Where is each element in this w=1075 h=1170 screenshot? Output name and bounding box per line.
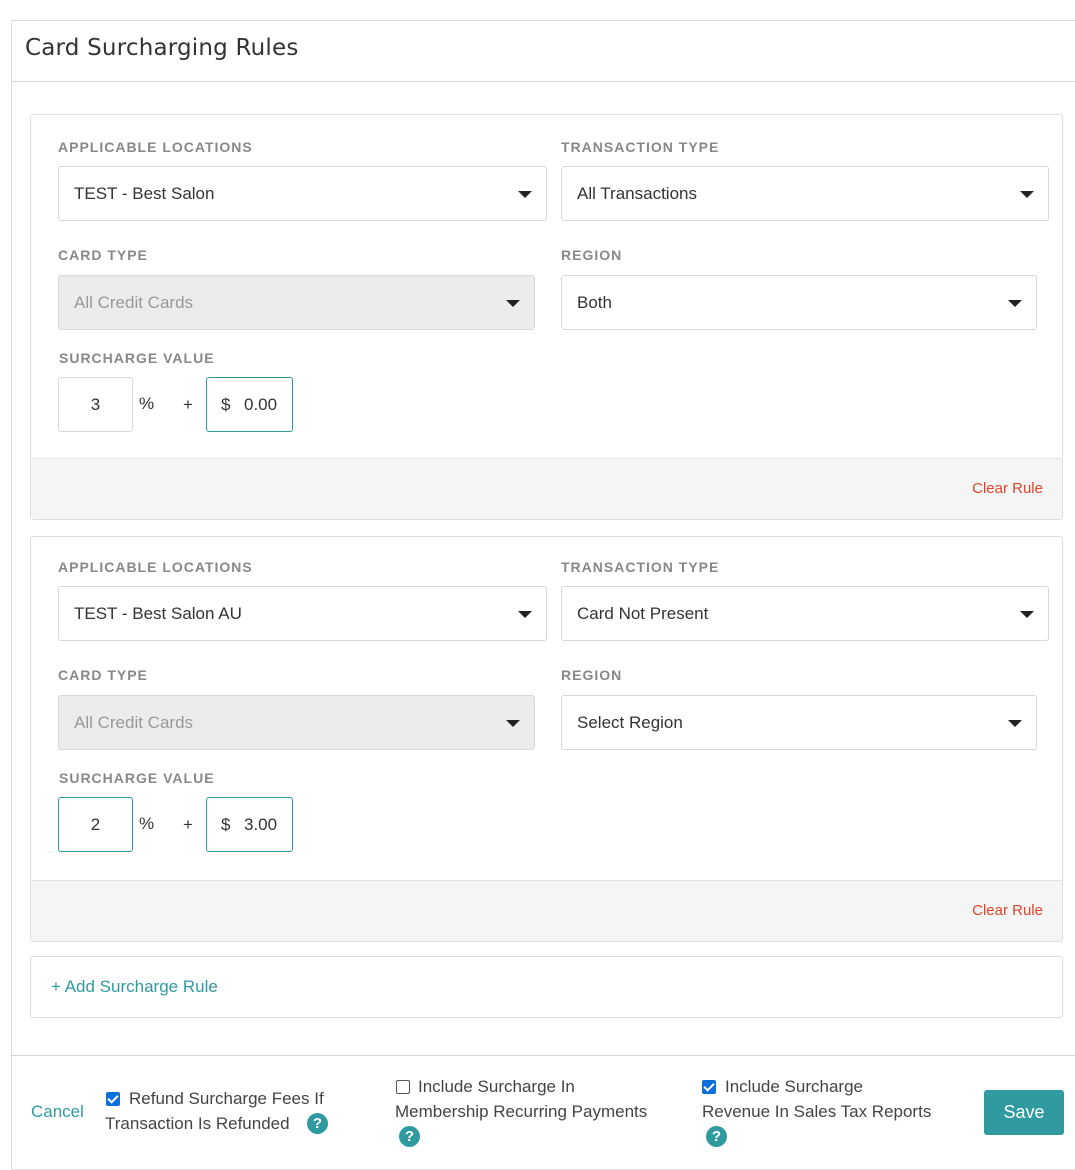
cancel-button[interactable]: Cancel: [31, 1102, 84, 1122]
plus-sign: +: [183, 395, 193, 414]
title-divider: [12, 81, 1075, 82]
help-icon[interactable]: ?: [307, 1113, 328, 1134]
locations-select-value: TEST - Best Salon: [74, 184, 215, 203]
chevron-down-icon: [506, 300, 520, 307]
percent-input[interactable]: 2: [58, 797, 133, 852]
applicable-locations-label: APPLICABLE LOCATIONS: [58, 559, 253, 575]
region-select[interactable]: Both: [561, 275, 1037, 330]
percent-input-value: 3: [90, 395, 101, 414]
dollar-sign: $: [221, 395, 231, 414]
sales-tax-reports-checkbox[interactable]: [702, 1080, 716, 1094]
transaction-type-label: TRANSACTION TYPE: [561, 559, 720, 575]
surcharge-rule-card: APPLICABLE LOCATIONS TRANSACTION TYPE TE…: [30, 536, 1063, 942]
rule-card-footer: Clear Rule: [31, 880, 1062, 941]
transaction-type-select[interactable]: Card Not Present: [561, 586, 1049, 641]
clear-rule-button[interactable]: Clear Rule: [972, 902, 1043, 919]
percent-input[interactable]: 3: [58, 377, 133, 432]
refund-surcharge-label-line1: Refund Surcharge Fees If: [129, 1089, 324, 1108]
fixed-amount-input[interactable]: $ 0.00: [206, 377, 293, 432]
card-type-select: All Credit Cards: [58, 275, 535, 330]
region-label: REGION: [561, 247, 623, 263]
help-icon[interactable]: ?: [706, 1126, 727, 1147]
region-select[interactable]: Select Region: [561, 695, 1037, 750]
footer-divider: [11, 1055, 1075, 1056]
sales-tax-reports-label-line1: Include Surcharge: [725, 1077, 863, 1096]
transaction-type-select[interactable]: All Transactions: [561, 166, 1049, 221]
percent-sign: %: [139, 814, 155, 833]
transaction-type-label: TRANSACTION TYPE: [561, 139, 720, 155]
locations-select[interactable]: TEST - Best Salon: [58, 166, 547, 221]
percent-sign: %: [139, 394, 155, 413]
membership-recurring-label-line1: Include Surcharge In: [418, 1077, 575, 1096]
locations-select-value: TEST - Best Salon AU: [74, 604, 242, 623]
sales-tax-reports-label-line2: Revenue In Sales Tax Reports: [702, 1102, 932, 1121]
card-type-select-value: All Credit Cards: [74, 293, 194, 312]
transaction-type-select-value: Card Not Present: [577, 604, 709, 623]
region-select-value: Both: [577, 293, 612, 312]
rule-card-footer: Clear Rule: [31, 458, 1062, 519]
transaction-type-select-value: All Transactions: [577, 184, 697, 203]
chevron-down-icon: [1020, 611, 1034, 618]
surcharge-rule-card: APPLICABLE LOCATIONS TRANSACTION TYPE TE…: [30, 114, 1063, 520]
refund-surcharge-checkbox[interactable]: [106, 1092, 120, 1106]
chevron-down-icon: [518, 191, 532, 198]
clear-rule-button[interactable]: Clear Rule: [972, 480, 1043, 497]
membership-recurring-label-line2: Membership Recurring Payments: [395, 1102, 648, 1121]
region-select-value: Select Region: [577, 713, 683, 732]
chevron-down-icon: [518, 611, 532, 618]
applicable-locations-label: APPLICABLE LOCATIONS: [58, 139, 253, 155]
chevron-down-icon: [1008, 300, 1022, 307]
fixed-amount-value: 3.00: [244, 815, 278, 834]
fixed-amount-input[interactable]: $ 3.00: [206, 797, 293, 852]
chevron-down-icon: [1008, 720, 1022, 727]
card-type-select: All Credit Cards: [58, 695, 535, 750]
help-icon[interactable]: ?: [399, 1126, 420, 1147]
surcharge-value-label: SURCHARGE VALUE: [59, 350, 215, 366]
locations-select[interactable]: TEST - Best Salon AU: [58, 586, 547, 641]
refund-surcharge-label-line2: Transaction Is Refunded: [105, 1114, 290, 1133]
plus-sign: +: [183, 815, 193, 834]
membership-recurring-checkbox[interactable]: [396, 1080, 410, 1094]
add-rule-container: + Add Surcharge Rule: [30, 956, 1063, 1018]
fixed-amount-value: 0.00: [244, 395, 278, 414]
card-type-label: CARD TYPE: [58, 667, 148, 683]
chevron-down-icon: [506, 720, 520, 727]
dollar-sign: $: [221, 815, 231, 834]
region-label: REGION: [561, 667, 623, 683]
add-surcharge-rule-link[interactable]: + Add Surcharge Rule: [51, 977, 218, 997]
percent-input-value: 2: [90, 815, 101, 834]
card-type-select-value: All Credit Cards: [74, 713, 194, 732]
card-type-label: CARD TYPE: [58, 247, 148, 263]
page-title: Card Surcharging Rules: [25, 35, 299, 61]
save-button[interactable]: Save: [984, 1090, 1064, 1135]
chevron-down-icon: [1020, 191, 1034, 198]
surcharge-value-label: SURCHARGE VALUE: [59, 770, 215, 786]
